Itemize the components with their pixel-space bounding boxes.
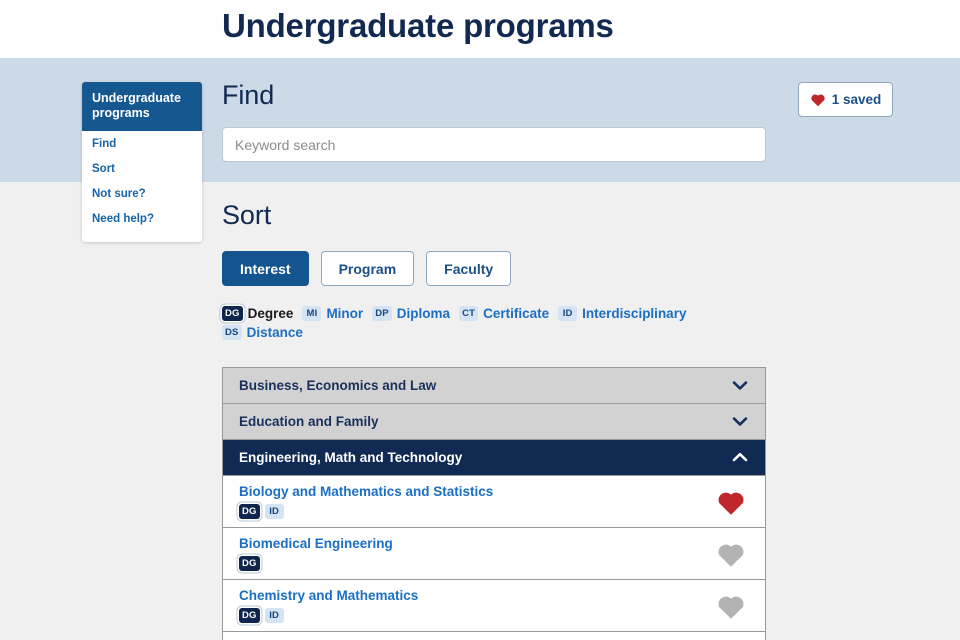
legend-label: Degree (247, 306, 294, 321)
badge-dg: DG (239, 504, 260, 519)
heart-outline-icon[interactable] (716, 592, 746, 620)
main-content: Find 1 saved Sort Interest Program Faculty… (0, 0, 960, 640)
program-badges: DG ID (239, 504, 493, 519)
legend-label: Minor (326, 306, 364, 321)
program-name-link[interactable]: Biomedical Engineering (239, 536, 393, 552)
search-input[interactable] (222, 127, 766, 162)
legend-label: Diploma (396, 306, 451, 321)
accordion-header[interactable]: Education and Family (223, 404, 765, 440)
find-heading: Find (222, 80, 275, 110)
accordion-title: Engineering, Math and Technology (239, 450, 463, 465)
legend-item-minor[interactable]: MI Minor (302, 306, 363, 321)
accordion-title: Education and Family (239, 414, 379, 429)
program-info: Chemistry and Mathematics DG ID (239, 588, 418, 623)
program-row[interactable] (223, 632, 765, 640)
sort-heading: Sort (222, 200, 272, 230)
heart-icon (810, 92, 826, 107)
legend-item-distance[interactable]: DS Distance (222, 325, 303, 340)
chevron-up-icon (732, 451, 748, 464)
badge-dp: DP (372, 306, 392, 321)
heart-filled-icon[interactable] (716, 488, 746, 516)
legend-label: Distance (246, 325, 303, 340)
program-row[interactable]: Biology and Mathematics and Statistics DG… (223, 476, 765, 528)
sort-tabs: Interest Program Faculty (222, 251, 512, 286)
heart-outline-icon[interactable] (716, 540, 746, 568)
legend-label: Interdisciplinary (582, 306, 687, 321)
saved-button[interactable]: 1 saved (798, 82, 893, 117)
program-row[interactable]: Biomedical Engineering DG (223, 528, 765, 580)
badge-dg: DG (239, 556, 260, 571)
program-badges: DG ID (239, 608, 418, 623)
chevron-down-icon (732, 415, 748, 428)
program-accordion-list: Business, Economics and Law Education and… (222, 367, 766, 640)
tab-faculty[interactable]: Faculty (426, 251, 512, 286)
badge-dg: DG (222, 306, 243, 321)
legend-item-interdisciplinary[interactable]: ID Interdisciplinary (558, 306, 686, 321)
program-info: Biology and Mathematics and Statistics DG… (239, 484, 493, 519)
saved-count-label: 1 saved (831, 92, 882, 107)
credential-legend: DG Degree MI Minor DP Diploma CT Certificate ID I… (222, 306, 762, 340)
program-name-link[interactable]: Chemistry and Mathematics (239, 588, 418, 604)
program-name-link[interactable]: Biology and Mathematics and Statistics (239, 484, 493, 500)
tab-program[interactable]: Program (320, 251, 415, 286)
legend-label: Certificate (483, 306, 550, 321)
legend-item-diploma[interactable]: DP Diploma (372, 306, 450, 321)
program-row[interactable]: Chemistry and Mathematics DG ID (223, 580, 765, 632)
badge-dg: DG (239, 608, 260, 623)
legend-item-degree[interactable]: DG Degree (222, 306, 293, 321)
badge-mi: MI (302, 306, 322, 321)
tab-interest[interactable]: Interest (222, 251, 309, 286)
accordion-header[interactable]: Business, Economics and Law (223, 368, 765, 404)
badge-ds: DS (222, 325, 242, 340)
program-info: Biomedical Engineering DG (239, 536, 393, 571)
badge-ct: CT (459, 306, 479, 321)
accordion-header[interactable]: Engineering, Math and Technology (223, 440, 765, 476)
chevron-down-icon (732, 379, 748, 392)
badge-id: ID (558, 306, 578, 321)
badge-id: ID (264, 504, 284, 519)
badge-id: ID (264, 608, 284, 623)
legend-item-certificate[interactable]: CT Certificate (459, 306, 549, 321)
program-badges: DG (239, 556, 393, 571)
accordion-title: Business, Economics and Law (239, 378, 437, 393)
page-root: Undergraduate programs Undergraduate pro… (0, 0, 960, 640)
